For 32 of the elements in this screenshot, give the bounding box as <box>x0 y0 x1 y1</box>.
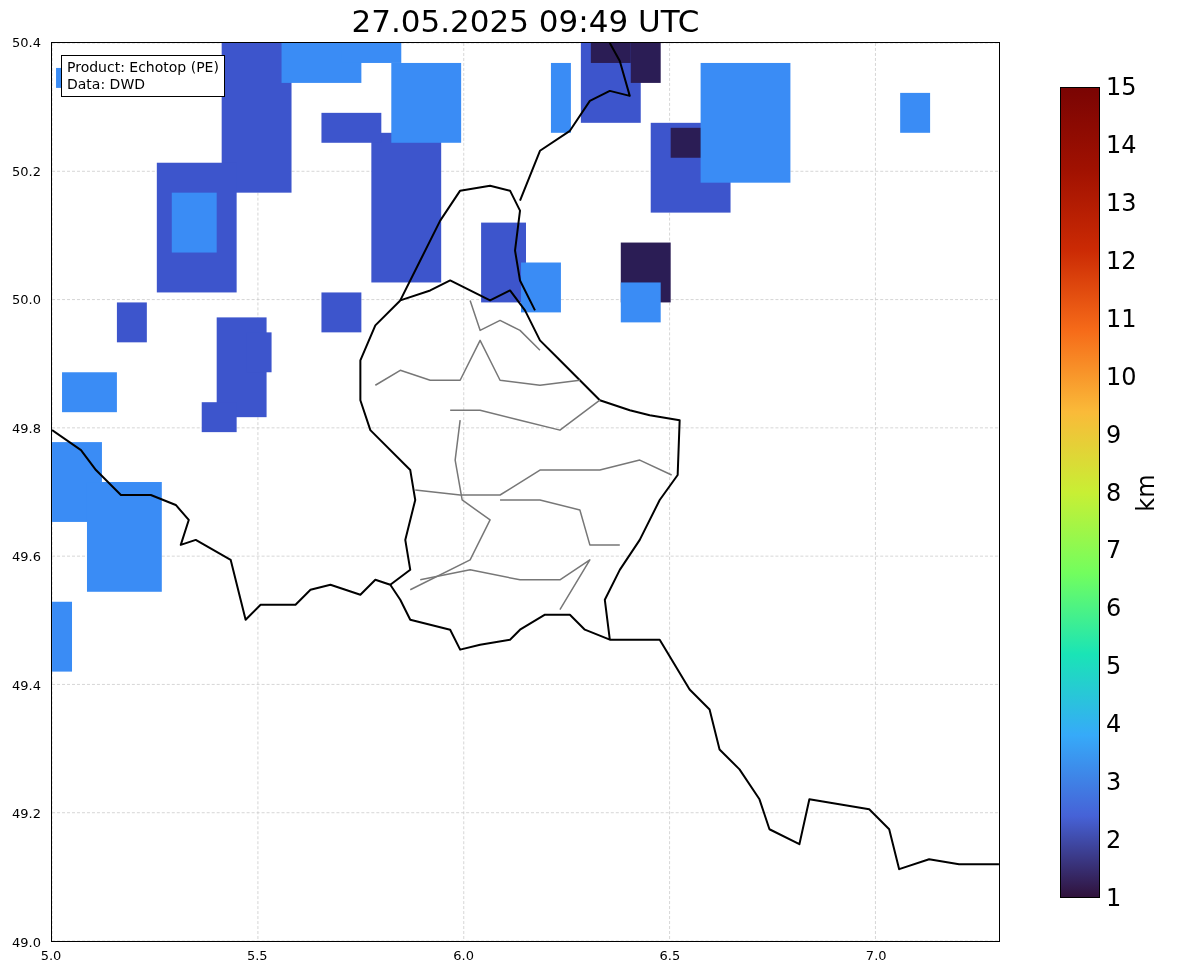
axis-tick-label: 50.4 <box>12 34 41 50</box>
figure-title: 27.05.2025 09:49 UTC <box>351 2 700 41</box>
colorbar-tick-label: 10 <box>1106 362 1137 391</box>
axis-tick-label: 49.4 <box>12 677 41 693</box>
colorbar-tick-label: 5 <box>1106 652 1122 681</box>
legend-text: Product: Echotop (PE) <box>67 59 219 76</box>
axis-tick-label: 49.6 <box>12 548 41 564</box>
colorbar-tick-label: 2 <box>1106 826 1122 855</box>
colorbar-tick-label: 8 <box>1106 478 1122 507</box>
axis-tick-label: 49.0 <box>12 934 41 950</box>
colorbar-tick-label: 14 <box>1106 130 1137 159</box>
axis-tick-label: 7.0 <box>865 948 887 963</box>
axis-tick-label: 6.0 <box>453 948 474 963</box>
colorbar-tick-label: 3 <box>1106 768 1122 797</box>
axis-tick-label: 6.5 <box>659 948 681 963</box>
axis-tick-label: 5.5 <box>246 948 268 963</box>
colorbar-tick-label: 13 <box>1106 188 1137 217</box>
colorbar-tick-label: 7 <box>1106 536 1122 565</box>
axis-tick-label: 49.2 <box>12 805 41 821</box>
colorbar-tick-label: 9 <box>1106 420 1122 449</box>
colorbar-tick-label: 15 <box>1106 73 1137 101</box>
colorbar-tick-label: 1 <box>1106 884 1122 912</box>
axis-tick-label: 50.2 <box>12 163 41 179</box>
axis-tick-label: 49.8 <box>12 420 41 436</box>
axis-tick-label: 5.0 <box>40 948 62 963</box>
colorbar-tick-label: 11 <box>1106 304 1137 333</box>
colorbar-tick-label: 4 <box>1106 710 1122 739</box>
legend-text: Data: DWD <box>67 76 146 93</box>
colorbar-tick-label: 12 <box>1106 246 1137 275</box>
axis-tick-label: 50.0 <box>12 291 41 307</box>
colorbar-label: km <box>1132 473 1160 512</box>
colorbar-tick-label: 6 <box>1106 594 1122 623</box>
